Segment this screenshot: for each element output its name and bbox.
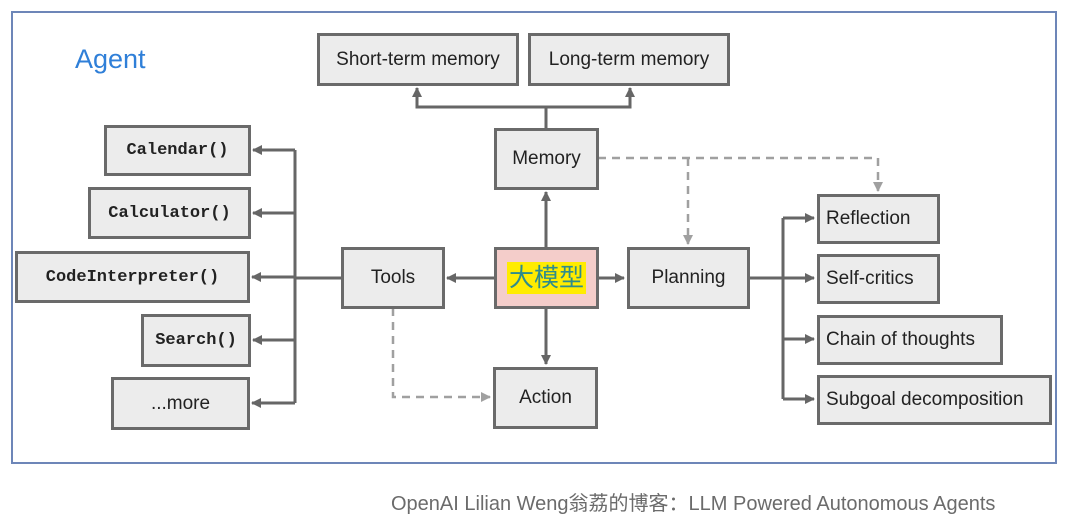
tool-search-node: Search() xyxy=(141,314,251,367)
long-term-memory-node: Long-term memory xyxy=(528,33,730,86)
memory-node: Memory xyxy=(494,128,599,190)
edge-memory-reflection-dashed xyxy=(598,156,883,192)
tool-more-node: ...more xyxy=(111,377,250,430)
edge-memory-short xyxy=(412,87,546,109)
short-term-memory-node: Short-term memory xyxy=(317,33,519,86)
tool-calculator-node: Calculator() xyxy=(88,187,251,239)
edge-tools-action-dashed xyxy=(391,308,491,402)
action-node: Action xyxy=(493,367,598,429)
planning-node: Planning xyxy=(627,247,750,309)
tool-calendar-node: Calendar() xyxy=(104,125,251,176)
planning-reflection-node: Reflection xyxy=(817,194,940,244)
source-caption: OpenAI Lilian Weng翁荔的博客：LLM Powered Auto… xyxy=(391,493,996,515)
tools-node: Tools xyxy=(341,247,445,309)
planning-subgoal-decomposition-node: Subgoal decomposition xyxy=(817,375,1052,425)
planning-chain-of-thoughts-node: Chain of thoughts xyxy=(817,315,1003,365)
edge-memory-long xyxy=(546,87,635,109)
tool-codeinterpreter-node: CodeInterpreter() xyxy=(15,251,250,303)
core-llm-label: 大模型 xyxy=(506,262,586,294)
planning-selfcritics-node: Self-critics xyxy=(817,254,940,304)
core-llm-node: 大模型 xyxy=(494,247,599,309)
